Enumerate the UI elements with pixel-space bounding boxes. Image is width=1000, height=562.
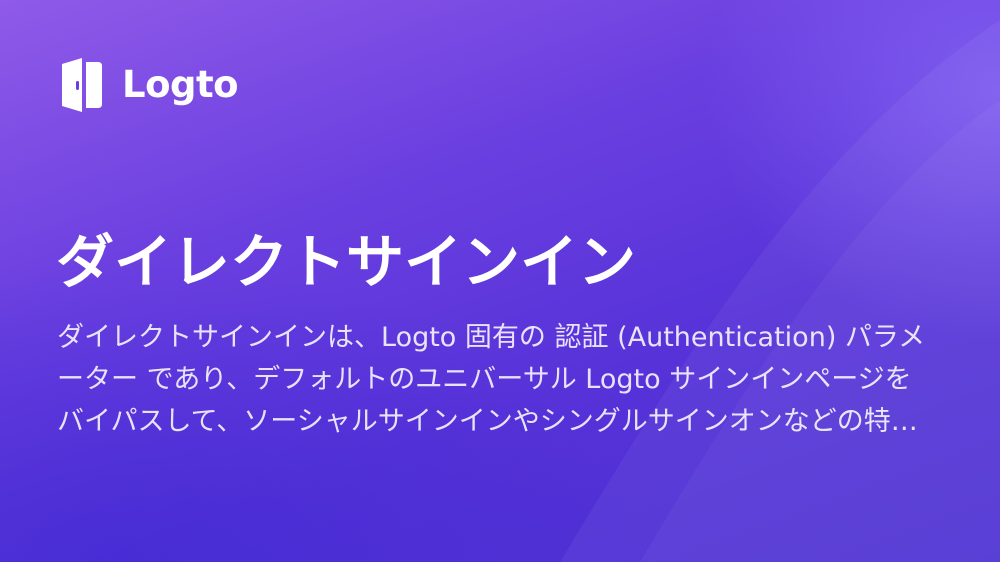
door-icon [62, 58, 102, 112]
logo: Logto [58, 58, 239, 112]
page-title: ダイレクトサインイン [56, 228, 637, 296]
brand-name: Logto [122, 63, 239, 106]
page-description: ダイレクトサインインは、Logto 固有の 認証 (Authentication… [57, 322, 926, 437]
article-cover-card: Logto ダイレクトサインイン ダイレクトサインインは、Logto 固有の 認… [0, 0, 1000, 562]
